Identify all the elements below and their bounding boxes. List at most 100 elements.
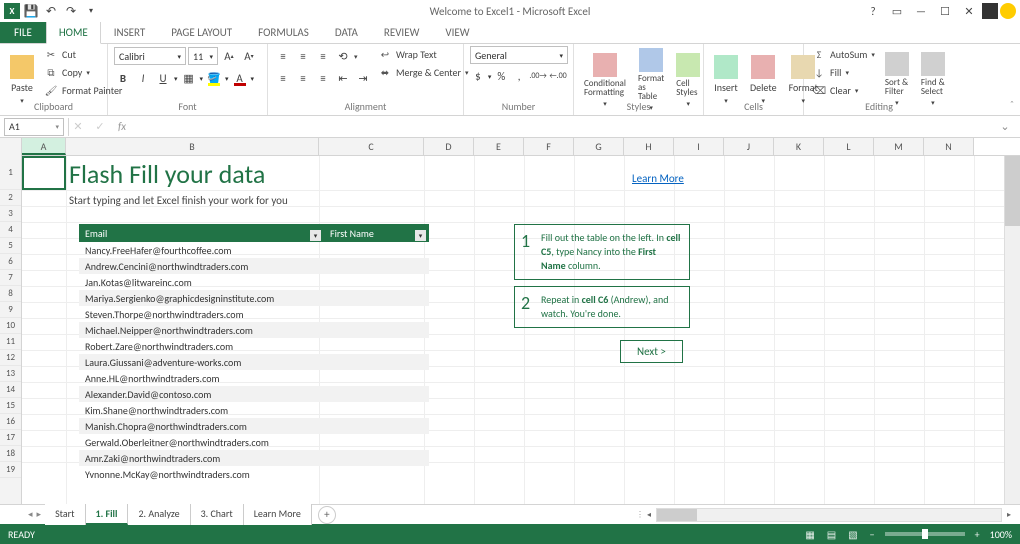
row-header-1[interactable]: 1	[0, 156, 21, 190]
tab-file[interactable]: FILE	[0, 22, 46, 43]
tab-review[interactable]: REVIEW	[371, 21, 433, 43]
column-header-H[interactable]: H	[624, 138, 674, 155]
column-header-M[interactable]: M	[874, 138, 924, 155]
column-header-N[interactable]: N	[924, 138, 974, 155]
table-row[interactable]: Andrew.Cencini@northwindtraders.com	[79, 258, 429, 274]
table-row[interactable]: Steven.Thorpe@northwindtraders.com	[79, 306, 429, 322]
column-header-L[interactable]: L	[824, 138, 874, 155]
align-right-button[interactable]: ≡	[314, 69, 332, 87]
tab-formulas[interactable]: FORMULAS	[245, 21, 322, 43]
decrease-font-button[interactable]: A▾	[240, 47, 258, 65]
table-row[interactable]: Kim.Shane@northwindtraders.com	[79, 402, 429, 418]
row-header-7[interactable]: 7	[0, 270, 21, 286]
autosum-button[interactable]: ΣAutoSum ▾	[810, 46, 877, 63]
fx-icon[interactable]: fx	[113, 118, 131, 136]
vertical-scroll-thumb[interactable]	[1005, 156, 1020, 226]
align-bottom-button[interactable]: ≡	[314, 47, 332, 65]
orientation-dropdown[interactable]: ▾	[354, 52, 358, 61]
cancel-formula-icon[interactable]: ✕	[69, 118, 87, 136]
font-color-button[interactable]: A	[231, 69, 249, 87]
table-row[interactable]: Nancy.FreeHafer@fourthcoffee.com	[79, 242, 429, 258]
close-icon[interactable]: ✕	[958, 2, 980, 20]
border-button[interactable]: ▦	[180, 69, 198, 87]
sheet-tab-1-fill[interactable]: 1. Fill	[86, 504, 129, 525]
merge-center-button[interactable]: ⬌Merge & Center ▾	[376, 64, 471, 81]
enter-formula-icon[interactable]: ✓	[91, 118, 109, 136]
column-header-D[interactable]: D	[424, 138, 474, 155]
increase-font-button[interactable]: A▴	[220, 47, 238, 65]
orientation-button[interactable]: ⟲	[334, 47, 352, 65]
hscroll-thumb[interactable]	[657, 509, 697, 521]
next-button[interactable]: Next >	[620, 340, 683, 363]
row-header-6[interactable]: 6	[0, 254, 21, 270]
underline-dropdown[interactable]: ▾	[174, 74, 178, 83]
table-row[interactable]: Michael.Neipper@northwindtraders.com	[79, 322, 429, 338]
table-row[interactable]: Amr.Zaki@northwindtraders.com	[79, 450, 429, 466]
align-left-button[interactable]: ≡	[274, 69, 292, 87]
table-row[interactable]: Laura.Giussani@adventure-works.com	[79, 354, 429, 370]
hscroll-left-icon[interactable]: ◂	[642, 508, 656, 522]
underline-button[interactable]: U	[154, 69, 172, 87]
accounting-dropdown[interactable]: ▾	[488, 72, 492, 81]
row-header-19[interactable]: 19	[0, 462, 21, 478]
align-center-button[interactable]: ≡	[294, 69, 312, 87]
zoom-in-icon[interactable]: +	[973, 528, 982, 541]
filter-firstname-icon[interactable]: ▾	[415, 230, 426, 241]
cell-area[interactable]: Flash Fill your data Start typing and le…	[22, 156, 1004, 504]
row-header-2[interactable]: 2	[0, 190, 21, 206]
fill-color-dropdown[interactable]: ▾	[225, 74, 229, 83]
clear-button[interactable]: ⌫Clear ▾	[810, 82, 877, 99]
table-row[interactable]: Yvnonne.McKay@northwindtraders.com	[79, 466, 429, 482]
sheet-tab-learn-more[interactable]: Learn More	[244, 504, 312, 525]
collapse-ribbon-icon[interactable]: ˆ	[1010, 98, 1014, 111]
maximize-icon[interactable]: ☐	[934, 2, 956, 20]
column-header-G[interactable]: G	[574, 138, 624, 155]
column-header-C[interactable]: C	[319, 138, 424, 155]
zoom-out-icon[interactable]: −	[868, 528, 877, 541]
minimize-icon[interactable]: —	[910, 2, 932, 20]
vertical-scrollbar[interactable]	[1004, 156, 1020, 504]
tab-page-layout[interactable]: PAGE LAYOUT	[158, 21, 245, 43]
table-row[interactable]: Gerwald.Oberleitner@northwindtraders.com	[79, 434, 429, 450]
row-header-11[interactable]: 11	[0, 334, 21, 350]
accounting-button[interactable]: $	[470, 67, 486, 85]
user-avatar-1[interactable]	[982, 3, 998, 19]
view-normal-icon[interactable]: ▦	[803, 528, 816, 541]
tab-view[interactable]: VIEW	[432, 21, 482, 43]
increase-decimal-button[interactable]: .00→	[529, 67, 547, 85]
row-header-8[interactable]: 8	[0, 286, 21, 302]
formula-input[interactable]	[135, 118, 994, 136]
row-header-15[interactable]: 15	[0, 398, 21, 414]
help-icon[interactable]: ?	[862, 2, 884, 20]
tab-home[interactable]: HOME	[46, 21, 101, 44]
view-page-break-icon[interactable]: ▧	[846, 528, 859, 541]
row-header-3[interactable]: 3	[0, 206, 21, 222]
add-sheet-button[interactable]: +	[318, 506, 336, 524]
row-header-10[interactable]: 10	[0, 318, 21, 334]
sheet-tab-2-analyze[interactable]: 2. Analyze	[128, 504, 190, 525]
table-row[interactable]: Jan.Kotas@litwareinc.com	[79, 274, 429, 290]
hscroll-track[interactable]	[656, 508, 1002, 522]
column-header-A[interactable]: A	[22, 138, 66, 155]
tab-data[interactable]: DATA	[322, 21, 371, 43]
hscroll-right-icon[interactable]: ▸	[1002, 508, 1016, 522]
column-header-J[interactable]: J	[724, 138, 774, 155]
row-header-5[interactable]: 5	[0, 238, 21, 254]
number-format-select[interactable]: General▾	[470, 46, 568, 64]
table-row[interactable]: Manish.Chopra@northwindtraders.com	[79, 418, 429, 434]
column-header-K[interactable]: K	[774, 138, 824, 155]
sheet-nav-next-icon[interactable]: ▸	[37, 509, 42, 520]
column-header-F[interactable]: F	[524, 138, 574, 155]
sheet-nav-prev-icon[interactable]: ◂	[28, 509, 33, 520]
italic-button[interactable]: I	[134, 69, 152, 87]
wrap-text-button[interactable]: ↩Wrap Text	[376, 46, 471, 63]
save-icon[interactable]: 💾	[22, 2, 40, 20]
learn-more-link[interactable]: Learn More	[632, 172, 684, 185]
sheet-tab-start[interactable]: Start	[45, 504, 85, 525]
table-row[interactable]: Mariya.Sergienko@graphicdesigninstitute.…	[79, 290, 429, 306]
row-header-13[interactable]: 13	[0, 366, 21, 382]
row-header-16[interactable]: 16	[0, 414, 21, 430]
redo-icon[interactable]: ↷	[62, 2, 80, 20]
row-header-17[interactable]: 17	[0, 430, 21, 446]
column-header-E[interactable]: E	[474, 138, 524, 155]
